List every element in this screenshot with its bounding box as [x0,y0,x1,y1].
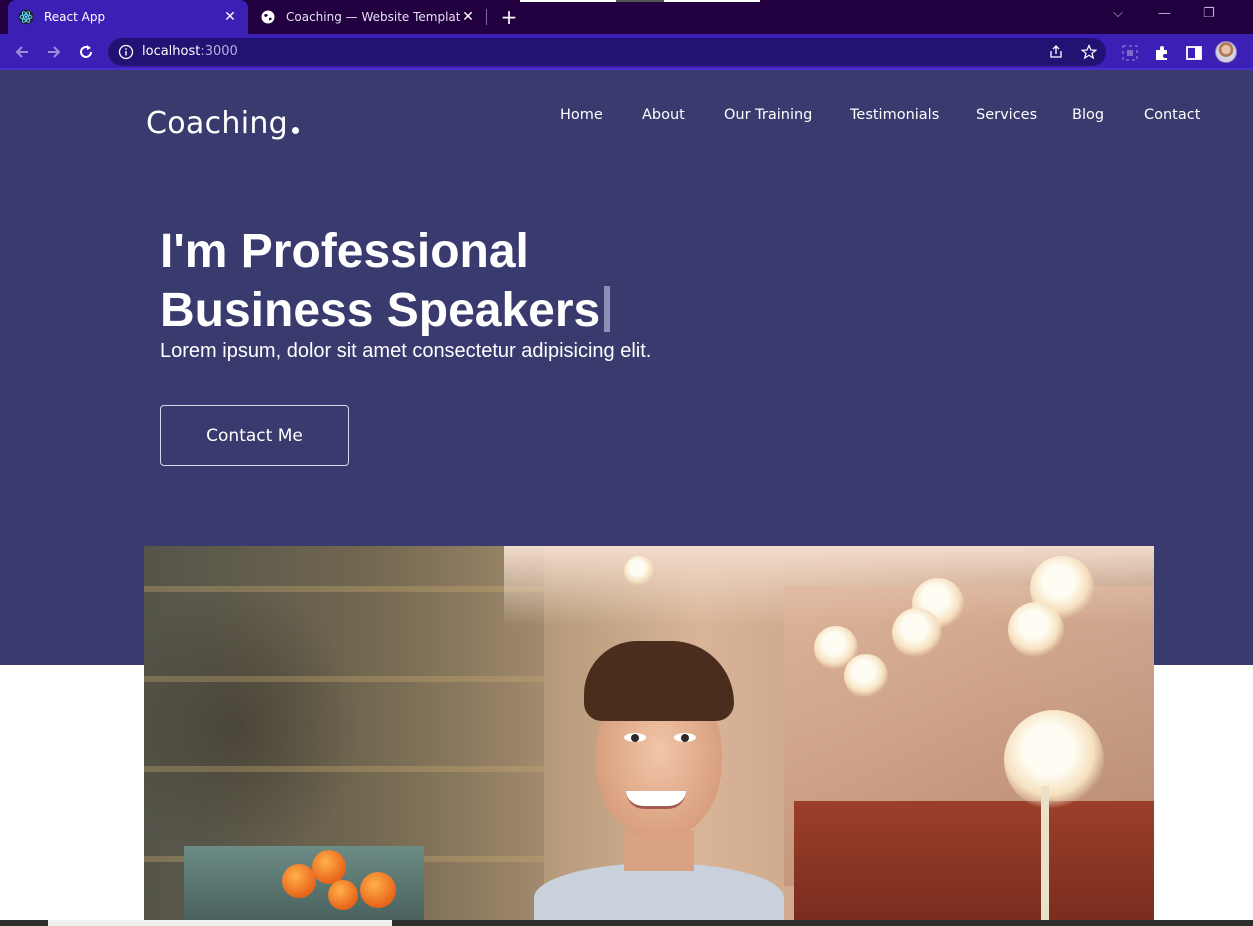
tab-title: React App [44,10,106,24]
contact-me-button[interactable]: Contact Me [160,405,349,466]
brand-logo-dot [292,127,299,134]
browser-tabstrip: React App ✕ Coaching — Website Template … [0,0,1253,34]
address-bar[interactable]: localhost:3000 [108,38,1106,66]
forward-button[interactable] [42,40,66,64]
nav-link-our-training[interactable]: Our Training [724,107,812,123]
forward-arrow-icon [48,46,61,58]
screen-capture-icon[interactable] [1121,44,1139,62]
close-tab-icon[interactable]: ✕ [222,9,238,25]
extensions-puzzle-icon[interactable] [1153,44,1171,62]
url-text: localhost:3000 [142,44,238,59]
site-info-icon[interactable] [118,44,134,60]
nav-link-testimonials[interactable]: Testimonials [850,107,939,123]
scrollbar-thumb[interactable] [48,920,392,926]
reload-button[interactable] [74,40,98,64]
hero-headline-line2: Business Speakers [160,284,601,337]
brand-logo[interactable]: Coaching [146,106,288,141]
minimize-icon[interactable]: — [1158,6,1171,21]
tab-separator [486,9,487,25]
globe-icon [260,9,276,25]
nav-link-contact[interactable]: Contact [1144,107,1200,123]
back-arrow-icon [15,46,28,58]
back-button[interactable] [10,40,34,64]
nav-link-blog[interactable]: Blog [1072,107,1104,123]
nav-link-home[interactable]: Home [560,107,603,123]
side-panel-icon[interactable] [1185,44,1203,62]
tab-react-app[interactable]: React App ✕ [8,0,248,34]
web-page: Coaching Home About Our Training Testimo… [0,70,1253,920]
browser-toolbar: localhost:3000 [0,34,1253,70]
profile-avatar[interactable] [1215,41,1237,63]
tab-search-chevron-icon[interactable]: ⌵ [1113,6,1123,21]
hero-headline: I'm Professional Business Speakers [160,222,611,340]
nav-link-services[interactable]: Services [976,107,1037,123]
tab-drag-indicator [520,0,760,2]
react-icon [18,9,34,25]
hero-portrait-photo [144,546,1154,920]
horizontal-scrollbar[interactable] [0,920,1253,926]
close-tab-icon[interactable]: ✕ [460,9,476,25]
restore-icon[interactable]: ❐ [1203,6,1215,21]
hero-subtitle: Lorem ipsum, dolor sit amet consectetur … [160,340,652,362]
bookmark-star-icon[interactable] [1081,44,1097,60]
nav-link-about[interactable]: About [642,107,685,123]
reload-icon [80,45,92,58]
new-tab-button[interactable]: + [498,6,520,28]
hero-headline-line1: I'm Professional [160,225,529,278]
typing-caret [604,286,611,332]
tab-coaching-template[interactable]: Coaching — Website Template b ✕ [250,0,486,34]
tab-title: Coaching — Website Template b [286,10,460,24]
share-icon[interactable] [1048,44,1064,60]
